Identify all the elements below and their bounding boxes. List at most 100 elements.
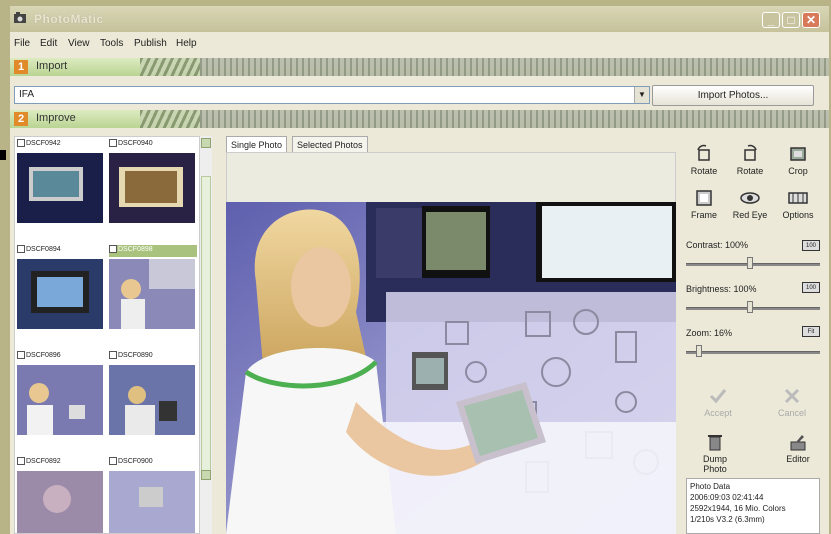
thumbnail-name: DSCF0942	[26, 139, 61, 147]
close-button[interactable]: ✕	[802, 12, 820, 28]
crop-button[interactable]: Crop	[778, 144, 818, 176]
tool-panel: Rotate Rotate Crop Frame Red Eye Options…	[680, 136, 825, 534]
menu-edit[interactable]: Edit	[40, 38, 57, 49]
editor-button[interactable]: Editor	[778, 432, 818, 464]
thumbnail-image	[17, 365, 103, 435]
minimize-button[interactable]: _	[762, 12, 780, 28]
thumbnail-item[interactable]: DSCF0898	[107, 243, 197, 348]
contrast-slider-knob[interactable]	[747, 257, 753, 269]
rotate-left-icon	[697, 144, 710, 161]
scroll-up-button[interactable]	[201, 138, 211, 148]
zoom-slider[interactable]	[686, 351, 820, 354]
thumbnail-item[interactable]: DSCF0940	[107, 137, 197, 242]
red-eye-button[interactable]: Red Eye	[730, 188, 770, 220]
thumbnail-caption: DSCF0900	[109, 457, 197, 469]
thumbnail-item[interactable]: DSCF0892	[15, 455, 105, 533]
thumbnail-scrollbar[interactable]	[200, 136, 212, 534]
eye-icon	[740, 192, 760, 204]
cancel-button[interactable]: Cancel	[772, 386, 812, 418]
brightness-label: Brightness: 100%	[686, 284, 757, 294]
thumbnail-caption: DSCF0896	[17, 351, 105, 363]
improve-section-number: 2	[14, 112, 28, 126]
import-section-number: 1	[14, 60, 28, 74]
thumbnail-checkbox[interactable]	[17, 139, 25, 147]
brightness-reset-button[interactable]: 100	[802, 282, 820, 293]
zoom-slider-knob[interactable]	[696, 345, 702, 357]
thumbnail-item[interactable]: DSCF0942	[15, 137, 105, 242]
rotate-right-button[interactable]: Rotate	[730, 144, 770, 176]
import-path-combo[interactable]: IFA ▼	[14, 86, 650, 104]
editor-label: Editor	[786, 454, 810, 464]
tab-single-photo[interactable]: Single Photo	[226, 136, 288, 153]
close-icon: ✕	[805, 13, 817, 27]
chevron-down-icon[interactable]: ▼	[634, 87, 649, 103]
rotate-left-label: Rotate	[690, 166, 718, 176]
frame-button[interactable]: Frame	[684, 188, 724, 220]
accept-button[interactable]: Accept	[698, 386, 738, 418]
section-bar-decoration	[140, 58, 829, 76]
options-button[interactable]: Options	[778, 188, 818, 220]
title-bar[interactable]: PhotoMatic _ □ ✕	[10, 6, 829, 32]
main-photo[interactable]	[226, 202, 676, 534]
scroll-down-button[interactable]	[201, 470, 211, 480]
thumbnail-item[interactable]: DSCF0894	[15, 243, 105, 348]
thumbnail-name: DSCF0892	[26, 457, 61, 465]
crop-label: Crop	[788, 166, 808, 176]
thumbnail-image	[109, 471, 195, 533]
thumbnail-checkbox[interactable]	[17, 245, 25, 253]
thumbnail-caption: DSCF0894	[17, 245, 105, 257]
dump-photo-button[interactable]: Dump Photo	[690, 432, 740, 474]
photo-data-panel: Photo Data 2006:09:03 02:41:44 2592x1944…	[686, 478, 820, 534]
thumbnail-image	[109, 153, 195, 223]
cross-icon	[784, 388, 800, 404]
options-label: Options	[782, 210, 814, 220]
improve-section-bar[interactable]: 2 Improve	[10, 110, 829, 128]
thumbnail-caption: DSCF0890	[109, 351, 197, 363]
cancel-label: Cancel	[777, 408, 806, 418]
section-bar-decoration	[140, 110, 829, 128]
menu-view[interactable]: View	[68, 38, 90, 49]
menu-help[interactable]: Help	[176, 38, 197, 49]
thumbnail-name: DSCF0900	[118, 457, 153, 465]
frame-label: Frame	[690, 210, 717, 220]
scrollbar-thumb[interactable]	[201, 176, 211, 476]
thumbnail-checkbox[interactable]	[17, 351, 25, 359]
brightness-slider[interactable]	[686, 307, 820, 310]
page-bullet-marker	[0, 150, 6, 160]
thumbnail-grid: DSCF0942 DSCF0940 DSCF0894 DSCF0898 DSCF…	[14, 136, 200, 534]
thumbnail-checkbox[interactable]	[17, 457, 25, 465]
zoom-label: Zoom: 16%	[686, 328, 733, 338]
thumbnail-item[interactable]: DSCF0890	[107, 349, 197, 454]
thumbnail-checkbox[interactable]	[109, 245, 117, 253]
zoom-fit-button[interactable]: Fit	[802, 326, 820, 337]
contrast-slider[interactable]	[686, 263, 820, 266]
contrast-reset-button[interactable]: 100	[802, 240, 820, 251]
thumbnail-name: DSCF0898	[118, 245, 153, 253]
thumbnail-image	[109, 365, 195, 435]
tab-selected-photos[interactable]: Selected Photos	[292, 136, 368, 153]
window-title: PhotoMatic	[34, 12, 104, 26]
rotate-right-label: Rotate	[736, 166, 764, 176]
improve-section-label: Improve	[36, 112, 76, 124]
thumbnail-checkbox[interactable]	[109, 139, 117, 147]
import-section-bar[interactable]: 1 Import	[10, 58, 829, 76]
import-path-value: IFA	[19, 89, 35, 100]
menu-bar: File Edit View Tools Publish Help	[10, 36, 829, 54]
rotate-left-button[interactable]: Rotate	[684, 144, 724, 176]
menu-tools[interactable]: Tools	[100, 38, 123, 49]
thumbnail-item[interactable]: DSCF0896	[15, 349, 105, 454]
photo-data-heading: Photo Data	[690, 482, 731, 491]
brightness-slider-knob[interactable]	[747, 301, 753, 313]
maximize-button[interactable]: □	[782, 12, 800, 28]
thumbnail-item[interactable]: DSCF0900	[107, 455, 197, 533]
crop-icon	[790, 147, 806, 161]
photo-data-exposure: 1/210s V3.2 (6.3mm)	[690, 515, 765, 524]
menu-file[interactable]: File	[14, 38, 30, 49]
import-photos-button[interactable]: Import Photos...	[652, 85, 814, 106]
thumbnail-checkbox[interactable]	[109, 457, 117, 465]
menu-publish[interactable]: Publish	[134, 38, 167, 49]
thumbnail-caption: DSCF0942	[17, 139, 105, 151]
thumbnail-checkbox[interactable]	[109, 351, 117, 359]
thumbnail-caption: DSCF0898	[109, 245, 197, 257]
options-icon	[788, 192, 808, 204]
